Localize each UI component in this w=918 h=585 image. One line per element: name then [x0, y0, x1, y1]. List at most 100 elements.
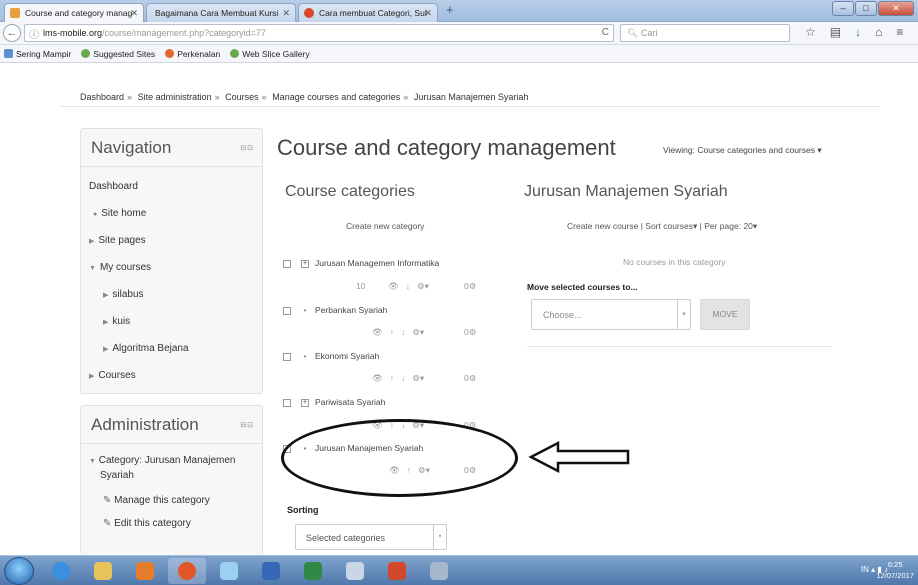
create-category-link[interactable]: Create new category	[346, 221, 424, 231]
gear-icon[interactable]: ⚙︎▾	[412, 373, 424, 383]
taskbar-powerpoint[interactable]	[378, 558, 416, 584]
admin-manage-category[interactable]: ✎ Manage this category	[89, 495, 254, 506]
per-page-dropdown[interactable]: Per page: 20▾	[704, 221, 757, 231]
breadcrumb-manage[interactable]: Manage courses and categories	[272, 92, 400, 102]
category-checkbox[interactable]	[283, 398, 291, 407]
taskbar-clock[interactable]: 6:25 12/07/2017	[876, 559, 914, 581]
move-down-icon[interactable]: ↓	[406, 281, 410, 291]
eye-icon[interactable]: 👁︎	[388, 281, 399, 291]
bookmark-perkenalan[interactable]: Perkenalan	[165, 49, 220, 59]
globe-icon	[81, 49, 91, 58]
eye-icon[interactable]: 👁︎	[372, 373, 383, 383]
sorting-select[interactable]: Selected categories ▪	[295, 524, 447, 550]
nav-item-site-pages[interactable]: ▶ Site pages	[89, 227, 254, 254]
maximize-icon[interactable]: □	[855, 1, 877, 16]
navigation-tree: Dashboard ● Site home ▶ Site pages ▼ My cou…	[81, 167, 262, 395]
taskbar-ie[interactable]	[42, 558, 80, 584]
close-tab-icon[interactable]: ✕	[424, 4, 432, 22]
nav-item-algoritma[interactable]: ▶ Algoritma Bejana	[89, 335, 254, 362]
close-tab-icon[interactable]: ✕	[130, 4, 138, 22]
category-name[interactable]: Perbankan Syariah	[315, 305, 387, 315]
search-input[interactable]: 🔍︎ Cari	[620, 24, 790, 42]
admin-category-node[interactable]: ▼ Category: Jurusan Manajemen Syariah	[89, 454, 254, 483]
nav-item-site-home[interactable]: ● Site home	[89, 200, 254, 227]
category-name[interactable]: Ekonomi Syariah	[315, 351, 379, 361]
category-checkbox[interactable]	[283, 306, 291, 315]
bookmark-sering-mampir[interactable]: Sering Mampir	[4, 49, 71, 59]
home-icon[interactable]: ⌂	[875, 25, 882, 39]
page-title: Course and category management	[277, 135, 616, 160]
nav-item-kuis[interactable]: ▶ kuis	[89, 308, 254, 335]
taskbar-media[interactable]	[126, 558, 164, 584]
course-count: 10	[356, 281, 366, 291]
address-bar[interactable]: ⓘ lms-mobile.org/course/management.php?c…	[24, 24, 614, 42]
move-up-icon[interactable]: ↑	[390, 327, 394, 337]
sort-courses-dropdown[interactable]: Sort courses▾	[645, 221, 697, 231]
bookmark-suggested-sites[interactable]: Suggested Sites	[81, 49, 155, 59]
move-button[interactable]: MOVE	[700, 299, 750, 330]
gear-icon[interactable]: ⚙︎▾	[417, 281, 429, 291]
reload-icon[interactable]: C	[602, 27, 609, 38]
move-down-icon[interactable]: ↓	[401, 373, 405, 383]
taskbar-explorer[interactable]	[84, 558, 122, 584]
nav-item-my-courses[interactable]: ▼ My courses	[89, 254, 254, 281]
tab-cara-membuat[interactable]: Cara membuat Categori, Sul ✕	[298, 3, 438, 22]
eye-icon[interactable]: 👁︎	[372, 327, 383, 337]
expand-icon[interactable]: +	[301, 398, 309, 407]
bookmarks-library-icon[interactable]: ▤	[830, 25, 841, 39]
block-controls-icon[interactable]: ⊟⊡	[240, 144, 254, 152]
administration-block: Administration ⊟⊡ ▼ Category: Jurusan Ma…	[80, 405, 263, 555]
new-tab-icon[interactable]: +	[446, 2, 454, 17]
page-header: Dashboard» Site administration» Courses»…	[0, 63, 918, 102]
move-target-select[interactable]: Choose... ▾	[531, 299, 691, 330]
tab-bagaimana[interactable]: Bagaimana Cara Membuat Kursi ✕	[146, 3, 296, 22]
firefox-icon	[178, 562, 196, 580]
move-down-icon[interactable]: ↓	[401, 327, 405, 337]
taskbar-paint[interactable]	[420, 558, 458, 584]
administration-tree: ▼ Category: Jurusan Manajemen Syariah ✎ …	[81, 444, 262, 547]
breadcrumb-site-admin[interactable]: Site administration	[138, 92, 212, 102]
language-indicator[interactable]: IN	[861, 565, 869, 574]
gear-icon[interactable]: ⚙︎▾	[412, 327, 424, 337]
taskbar-word[interactable]	[252, 558, 290, 584]
close-window-icon[interactable]: ✕	[878, 1, 914, 16]
url-text: lms-mobile.org/course/management.php?cat…	[43, 28, 266, 38]
moodle-favicon-icon	[10, 8, 20, 18]
back-arrow-icon[interactable]: ←	[3, 24, 21, 42]
category-name[interactable]: Pariwisata Syariah	[315, 397, 385, 407]
breadcrumb-courses[interactable]: Courses	[225, 92, 259, 102]
bookmark-star-icon[interactable]: ☆	[805, 25, 816, 39]
category-checkbox[interactable]	[283, 352, 291, 361]
taskbar-firefox[interactable]	[168, 558, 206, 584]
taskbar-search[interactable]	[336, 558, 374, 584]
create-course-link[interactable]: Create new course	[567, 221, 638, 231]
menu-icon[interactable]: ≡	[896, 25, 903, 39]
breadcrumb: Dashboard» Site administration» Courses»…	[80, 92, 529, 102]
block-controls-icon[interactable]: ⊟⊡	[240, 421, 254, 429]
nav-item-courses[interactable]: ▶ Courses	[89, 362, 254, 389]
bookmark-web-slice-gallery[interactable]: Web Slice Gallery	[230, 49, 310, 59]
taskbar-app[interactable]	[210, 558, 248, 584]
tab-course-management[interactable]: Course and category manag ✕	[4, 3, 144, 22]
close-tab-icon[interactable]: ✕	[282, 4, 290, 22]
expand-icon[interactable]: +	[301, 259, 309, 268]
chevron-down-icon: ▪	[433, 525, 446, 549]
taskbar-excel[interactable]	[294, 558, 332, 584]
nav-item-silabus[interactable]: ▶ silabus	[89, 281, 254, 308]
breadcrumb-dashboard[interactable]: Dashboard	[80, 92, 124, 102]
viewing-mode-dropdown[interactable]: Viewing: Course categories and courses ▾	[663, 145, 822, 156]
category-checkbox[interactable]	[283, 259, 291, 268]
categories-heading: Course categories	[285, 183, 415, 200]
category-name[interactable]: Jurusan Managemen Informatika	[315, 258, 439, 268]
tray-arrow-icon[interactable]: ▴	[871, 565, 875, 574]
minimize-icon[interactable]: –	[832, 1, 854, 16]
info-icon[interactable]: ⓘ	[29, 26, 39, 41]
course-actions-links: Create new course | Sort courses▾ | Per …	[567, 221, 758, 231]
breadcrumb-current[interactable]: Jurusan Manajemen Syariah	[414, 92, 529, 102]
start-button-icon[interactable]	[4, 557, 34, 585]
folder-icon	[4, 49, 13, 58]
admin-edit-category[interactable]: ✎ Edit this category	[89, 518, 254, 529]
download-icon[interactable]: ↓	[855, 25, 861, 39]
move-up-icon[interactable]: ↑	[390, 373, 394, 383]
nav-item-dashboard[interactable]: Dashboard	[89, 173, 254, 200]
